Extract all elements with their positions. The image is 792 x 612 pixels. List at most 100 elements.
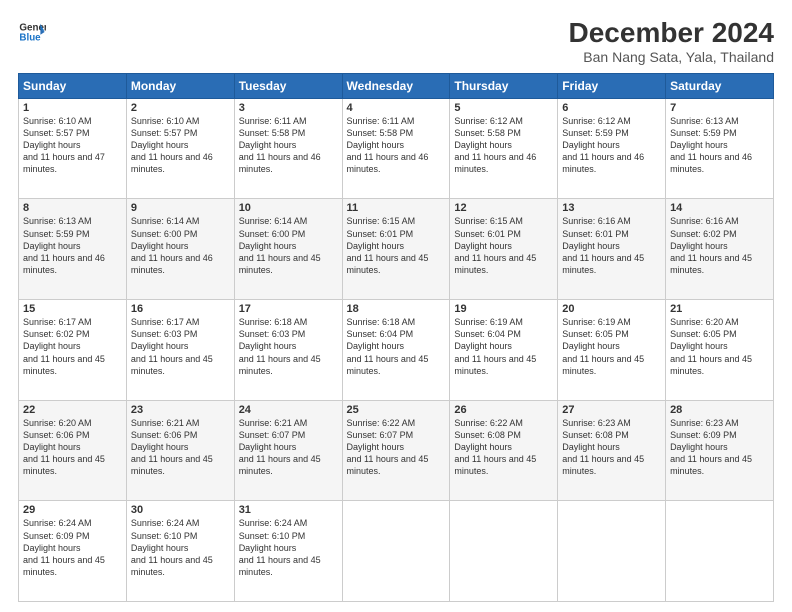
day-number: 12 [454, 202, 553, 214]
calendar-cell: 13 Sunrise: 6:16 AM Sunset: 6:01 PM Dayl… [558, 199, 666, 300]
cell-info: Sunrise: 6:12 AM Sunset: 5:59 PM Dayligh… [562, 115, 661, 176]
day-number: 26 [454, 404, 553, 416]
day-number: 6 [562, 102, 661, 114]
day-number: 2 [131, 102, 230, 114]
cell-info: Sunrise: 6:19 AM Sunset: 6:04 PM Dayligh… [454, 316, 553, 377]
day-number: 4 [347, 102, 446, 114]
calendar-cell: 16 Sunrise: 6:17 AM Sunset: 6:03 PM Dayl… [126, 300, 234, 401]
calendar-cell: 28 Sunrise: 6:23 AM Sunset: 6:09 PM Dayl… [666, 400, 774, 501]
calendar-cell [342, 501, 450, 602]
calendar-week-row: 1 Sunrise: 6:10 AM Sunset: 5:57 PM Dayli… [19, 98, 774, 199]
cell-info: Sunrise: 6:14 AM Sunset: 6:00 PM Dayligh… [131, 215, 230, 276]
page: General Blue December 2024 Ban Nang Sata… [0, 0, 792, 612]
cell-info: Sunrise: 6:16 AM Sunset: 6:02 PM Dayligh… [670, 215, 769, 276]
day-number: 16 [131, 303, 230, 315]
cell-info: Sunrise: 6:24 AM Sunset: 6:10 PM Dayligh… [131, 517, 230, 578]
day-number: 5 [454, 102, 553, 114]
page-title: December 2024 [569, 18, 774, 49]
calendar-day-header: Friday [558, 73, 666, 98]
calendar-cell: 22 Sunrise: 6:20 AM Sunset: 6:06 PM Dayl… [19, 400, 127, 501]
calendar-cell: 3 Sunrise: 6:11 AM Sunset: 5:58 PM Dayli… [234, 98, 342, 199]
cell-info: Sunrise: 6:13 AM Sunset: 5:59 PM Dayligh… [670, 115, 769, 176]
day-number: 10 [239, 202, 338, 214]
cell-info: Sunrise: 6:24 AM Sunset: 6:10 PM Dayligh… [239, 517, 338, 578]
calendar-table: SundayMondayTuesdayWednesdayThursdayFrid… [18, 73, 774, 602]
calendar-cell: 7 Sunrise: 6:13 AM Sunset: 5:59 PM Dayli… [666, 98, 774, 199]
day-number: 7 [670, 102, 769, 114]
calendar-cell [558, 501, 666, 602]
cell-info: Sunrise: 6:22 AM Sunset: 6:07 PM Dayligh… [347, 417, 446, 478]
calendar-cell [450, 501, 558, 602]
calendar-cell: 25 Sunrise: 6:22 AM Sunset: 6:07 PM Dayl… [342, 400, 450, 501]
day-number: 30 [131, 504, 230, 516]
day-number: 29 [23, 504, 122, 516]
calendar-cell: 15 Sunrise: 6:17 AM Sunset: 6:02 PM Dayl… [19, 300, 127, 401]
cell-info: Sunrise: 6:20 AM Sunset: 6:05 PM Dayligh… [670, 316, 769, 377]
calendar-week-row: 22 Sunrise: 6:20 AM Sunset: 6:06 PM Dayl… [19, 400, 774, 501]
page-subtitle: Ban Nang Sata, Yala, Thailand [569, 49, 774, 65]
calendar-day-header: Sunday [19, 73, 127, 98]
day-number: 22 [23, 404, 122, 416]
calendar-day-header: Wednesday [342, 73, 450, 98]
calendar-header-row: SundayMondayTuesdayWednesdayThursdayFrid… [19, 73, 774, 98]
calendar-cell: 29 Sunrise: 6:24 AM Sunset: 6:09 PM Dayl… [19, 501, 127, 602]
cell-info: Sunrise: 6:24 AM Sunset: 6:09 PM Dayligh… [23, 517, 122, 578]
calendar-cell: 11 Sunrise: 6:15 AM Sunset: 6:01 PM Dayl… [342, 199, 450, 300]
calendar-day-header: Monday [126, 73, 234, 98]
day-number: 28 [670, 404, 769, 416]
calendar-week-row: 29 Sunrise: 6:24 AM Sunset: 6:09 PM Dayl… [19, 501, 774, 602]
cell-info: Sunrise: 6:10 AM Sunset: 5:57 PM Dayligh… [131, 115, 230, 176]
day-number: 17 [239, 303, 338, 315]
cell-info: Sunrise: 6:17 AM Sunset: 6:02 PM Dayligh… [23, 316, 122, 377]
header: General Blue December 2024 Ban Nang Sata… [18, 18, 774, 65]
calendar-cell: 27 Sunrise: 6:23 AM Sunset: 6:08 PM Dayl… [558, 400, 666, 501]
calendar-day-header: Thursday [450, 73, 558, 98]
cell-info: Sunrise: 6:11 AM Sunset: 5:58 PM Dayligh… [347, 115, 446, 176]
cell-info: Sunrise: 6:11 AM Sunset: 5:58 PM Dayligh… [239, 115, 338, 176]
cell-info: Sunrise: 6:21 AM Sunset: 6:07 PM Dayligh… [239, 417, 338, 478]
calendar-cell: 2 Sunrise: 6:10 AM Sunset: 5:57 PM Dayli… [126, 98, 234, 199]
cell-info: Sunrise: 6:18 AM Sunset: 6:03 PM Dayligh… [239, 316, 338, 377]
cell-info: Sunrise: 6:23 AM Sunset: 6:09 PM Dayligh… [670, 417, 769, 478]
calendar-cell: 10 Sunrise: 6:14 AM Sunset: 6:00 PM Dayl… [234, 199, 342, 300]
cell-info: Sunrise: 6:12 AM Sunset: 5:58 PM Dayligh… [454, 115, 553, 176]
calendar-cell: 9 Sunrise: 6:14 AM Sunset: 6:00 PM Dayli… [126, 199, 234, 300]
day-number: 3 [239, 102, 338, 114]
day-number: 21 [670, 303, 769, 315]
cell-info: Sunrise: 6:15 AM Sunset: 6:01 PM Dayligh… [347, 215, 446, 276]
cell-info: Sunrise: 6:20 AM Sunset: 6:06 PM Dayligh… [23, 417, 122, 478]
cell-info: Sunrise: 6:19 AM Sunset: 6:05 PM Dayligh… [562, 316, 661, 377]
cell-info: Sunrise: 6:22 AM Sunset: 6:08 PM Dayligh… [454, 417, 553, 478]
day-number: 27 [562, 404, 661, 416]
day-number: 25 [347, 404, 446, 416]
calendar-cell: 23 Sunrise: 6:21 AM Sunset: 6:06 PM Dayl… [126, 400, 234, 501]
cell-info: Sunrise: 6:21 AM Sunset: 6:06 PM Dayligh… [131, 417, 230, 478]
day-number: 15 [23, 303, 122, 315]
calendar-cell: 8 Sunrise: 6:13 AM Sunset: 5:59 PM Dayli… [19, 199, 127, 300]
logo-icon: General Blue [18, 18, 46, 46]
calendar-cell: 14 Sunrise: 6:16 AM Sunset: 6:02 PM Dayl… [666, 199, 774, 300]
cell-info: Sunrise: 6:15 AM Sunset: 6:01 PM Dayligh… [454, 215, 553, 276]
cell-info: Sunrise: 6:10 AM Sunset: 5:57 PM Dayligh… [23, 115, 122, 176]
day-number: 24 [239, 404, 338, 416]
day-number: 9 [131, 202, 230, 214]
calendar-cell: 1 Sunrise: 6:10 AM Sunset: 5:57 PM Dayli… [19, 98, 127, 199]
calendar-cell [666, 501, 774, 602]
calendar-cell: 6 Sunrise: 6:12 AM Sunset: 5:59 PM Dayli… [558, 98, 666, 199]
title-block: December 2024 Ban Nang Sata, Yala, Thail… [569, 18, 774, 65]
day-number: 13 [562, 202, 661, 214]
logo: General Blue [18, 18, 46, 46]
svg-text:Blue: Blue [19, 32, 41, 43]
calendar-cell: 24 Sunrise: 6:21 AM Sunset: 6:07 PM Dayl… [234, 400, 342, 501]
calendar-cell: 31 Sunrise: 6:24 AM Sunset: 6:10 PM Dayl… [234, 501, 342, 602]
calendar-cell: 12 Sunrise: 6:15 AM Sunset: 6:01 PM Dayl… [450, 199, 558, 300]
day-number: 1 [23, 102, 122, 114]
calendar-week-row: 8 Sunrise: 6:13 AM Sunset: 5:59 PM Dayli… [19, 199, 774, 300]
calendar-cell: 4 Sunrise: 6:11 AM Sunset: 5:58 PM Dayli… [342, 98, 450, 199]
calendar-cell: 30 Sunrise: 6:24 AM Sunset: 6:10 PM Dayl… [126, 501, 234, 602]
calendar-day-header: Tuesday [234, 73, 342, 98]
calendar-cell: 5 Sunrise: 6:12 AM Sunset: 5:58 PM Dayli… [450, 98, 558, 199]
day-number: 19 [454, 303, 553, 315]
calendar-cell: 17 Sunrise: 6:18 AM Sunset: 6:03 PM Dayl… [234, 300, 342, 401]
cell-info: Sunrise: 6:13 AM Sunset: 5:59 PM Dayligh… [23, 215, 122, 276]
